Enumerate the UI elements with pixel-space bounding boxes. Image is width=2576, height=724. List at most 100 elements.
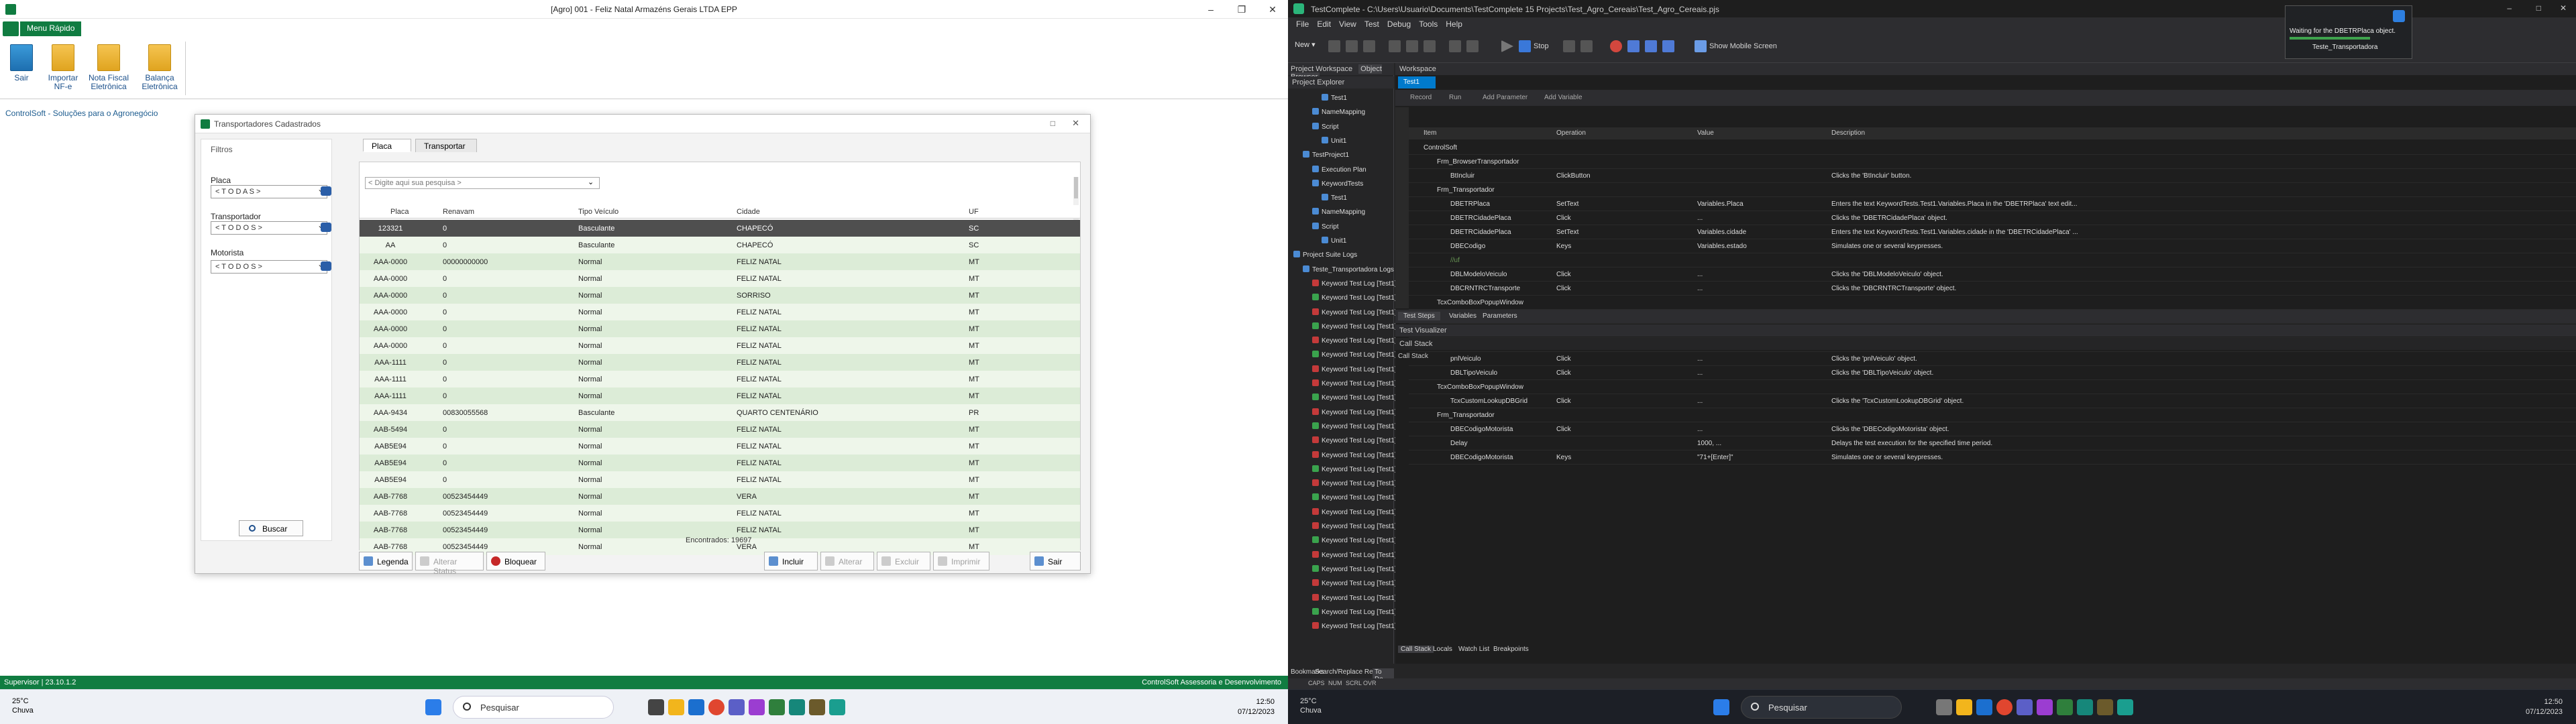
- tree-node[interactable]: Keyword Test Log [Test1]: [1312, 363, 1397, 377]
- store-icon[interactable]: [688, 699, 704, 715]
- tree-node[interactable]: Keyword Test Log [Test1]: [1312, 334, 1397, 348]
- tree-node[interactable]: Keyword Test Log [Test1]: [1312, 477, 1397, 491]
- tree-node[interactable]: Keyword Test Log [Test1]: [1312, 391, 1397, 405]
- binoculars-icon[interactable]: [321, 261, 331, 271]
- tree-node[interactable]: Keyword Test Log [Test1]: [1312, 619, 1397, 634]
- kw-row[interactable]: BtIncluir ClickButton Clicks the 'BtInclui…: [1409, 169, 2576, 183]
- weather-widget[interactable]: 25°C Chuva: [1300, 697, 1322, 715]
- app-icon[interactable]: [2117, 699, 2133, 715]
- add-parameter-button[interactable]: Add Parameter: [1483, 94, 1527, 101]
- app-icon[interactable]: [789, 699, 805, 715]
- menu-item[interactable]: Edit: [1309, 17, 1331, 29]
- table-row[interactable]: AAB5E94 0 Normal FELIZ NATAL MT: [360, 455, 1080, 471]
- menu-item[interactable]: Debug: [1379, 17, 1411, 29]
- table-row[interactable]: AAA-0000 00000000000 Normal FELIZ NATAL MT: [360, 253, 1080, 270]
- kw-row[interactable]: //uf: [1409, 253, 2576, 267]
- tab-watch-list[interactable]: Watch List: [1458, 646, 1489, 653]
- kw-col-description[interactable]: Description: [1831, 129, 1865, 137]
- app-icon[interactable]: [829, 699, 845, 715]
- maximize-button[interactable]: ❐: [1226, 0, 1257, 19]
- table-row[interactable]: AAA-9434 00830055568 Basculante QUARTO CENT…: [360, 404, 1080, 421]
- bloquear-button[interactable]: Bloquear: [486, 552, 545, 570]
- tree-node[interactable]: Keyword Test Log [Test1]: [1312, 377, 1397, 391]
- tree-node[interactable]: KeywordTests: [1312, 177, 1363, 191]
- tab-placa[interactable]: Placa: [363, 139, 411, 152]
- menu-item[interactable]: File: [1288, 17, 1309, 29]
- tab-breakpoints[interactable]: Breakpoints: [1493, 646, 1529, 653]
- tree-node[interactable]: Keyword Test Log [Test1]: [1312, 605, 1397, 619]
- close-button[interactable]: ✕: [1257, 0, 1288, 19]
- kw-row[interactable]: ControlSoft: [1409, 141, 2576, 155]
- tree-node[interactable]: Keyword Test Log [Test1]: [1312, 562, 1397, 577]
- menu-item[interactable]: Help: [1438, 17, 1462, 29]
- tree-node[interactable]: Keyword Test Log [Test1]: [1312, 348, 1397, 362]
- kw-col-value[interactable]: Value: [1697, 129, 1714, 137]
- kw-row[interactable]: Frm_BrowserTransportador: [1409, 155, 2576, 169]
- tree-node[interactable]: NameMapping: [1312, 105, 1365, 119]
- new-button[interactable]: New ▾: [1295, 40, 1316, 49]
- record-icon[interactable]: [1610, 40, 1622, 52]
- kw-row[interactable]: DBETRCidadePlaca Click... Clicks the 'DBET…: [1409, 211, 2576, 225]
- minimize-button[interactable]: –: [1195, 0, 1226, 19]
- filter-motorista-select[interactable]: < T O D O S >: [211, 259, 327, 274]
- kw-row[interactable]: Frm_Transportador: [1409, 408, 2576, 422]
- files-icon[interactable]: [668, 699, 684, 715]
- chevron-down-icon[interactable]: ⌄: [588, 178, 594, 186]
- menu-item[interactable]: Tools: [1411, 17, 1438, 29]
- teams-icon[interactable]: [2017, 699, 2033, 715]
- tree-node[interactable]: Script: [1312, 220, 1339, 234]
- tree-node[interactable]: Keyword Test Log [Test1]: [1312, 577, 1397, 591]
- tree-node[interactable]: TestProject1: [1303, 148, 1349, 162]
- minimize-button[interactable]: –: [2507, 3, 2512, 13]
- redo-icon[interactable]: [1466, 40, 1479, 52]
- files-icon[interactable]: [1956, 699, 1972, 715]
- tree-node[interactable]: Unit1: [1322, 134, 1346, 148]
- app-icon[interactable]: [2037, 699, 2053, 715]
- close-button[interactable]: ✕: [2560, 3, 2567, 13]
- imprimir-button[interactable]: Imprimir: [933, 552, 989, 570]
- table-row[interactable]: AAB-5494 0 Normal FELIZ NATAL MT: [360, 421, 1080, 438]
- taskbar-search[interactable]: Pesquisar: [453, 696, 614, 719]
- col-cidade[interactable]: Cidade: [737, 208, 760, 216]
- menu-item[interactable]: Test: [1356, 17, 1379, 29]
- table-row[interactable]: AAA-0000 0 Normal FELIZ NATAL MT: [360, 270, 1080, 287]
- app-menu-button[interactable]: [3, 21, 19, 36]
- legenda-button[interactable]: Legenda: [359, 552, 413, 570]
- table-row[interactable]: AAA-1111 0 Normal FELIZ NATAL MT: [360, 387, 1080, 404]
- step-icon[interactable]: [1563, 40, 1575, 52]
- tree-node[interactable]: Script: [1312, 120, 1339, 134]
- stop-label[interactable]: Stop: [1534, 42, 1549, 50]
- tree-node[interactable]: Keyword Test Log [Test1]: [1312, 520, 1397, 534]
- binoculars-icon[interactable]: [321, 186, 331, 196]
- kw-row[interactable]: DBECodigoMotorista Keys "71+[Enter]" Simula…: [1409, 450, 2576, 465]
- grid-search-input[interactable]: < Digite aqui sua pesquisa >: [365, 177, 600, 189]
- tab-transportar[interactable]: Transportar: [415, 139, 477, 152]
- debug-icon[interactable]: [1662, 40, 1674, 52]
- table-row[interactable]: AAA-0000 0 Normal FELIZ NATAL MT: [360, 304, 1080, 320]
- tree-node[interactable]: Keyword Test Log [Test1]: [1312, 548, 1397, 562]
- table-row[interactable]: AAA-0000 0 Normal FELIZ NATAL MT: [360, 337, 1080, 354]
- table-row[interactable]: 123321 0 Basculante CHAPECÓ SC: [360, 220, 1080, 237]
- kw-row[interactable]: DBECodigo Keys Variables.estado Simulates o…: [1409, 239, 2576, 253]
- table-row[interactable]: AAB5E94 0 Normal FELIZ NATAL MT: [360, 471, 1080, 488]
- tree-node[interactable]: Keyword Test Log [Test1]: [1312, 320, 1397, 334]
- table-row[interactable]: AAB-7768 00523454449 Normal VERA MT: [360, 488, 1080, 505]
- ribbon-balanca-button[interactable]: Balança Eletrônica: [138, 44, 181, 91]
- windows-start-icon[interactable]: [425, 699, 441, 715]
- app-icon[interactable]: [749, 699, 765, 715]
- table-row[interactable]: AAA-0000 0 Normal FELIZ NATAL MT: [360, 320, 1080, 337]
- show-mobile-screen-button[interactable]: Show Mobile Screen: [1709, 42, 1777, 50]
- table-row[interactable]: AAB5E94 0 Normal FELIZ NATAL MT: [360, 438, 1080, 455]
- mobile-icon[interactable]: [1695, 40, 1707, 52]
- record-button[interactable]: Record: [1410, 94, 1432, 101]
- filter-transportador-select[interactable]: < T O D O S >: [211, 221, 327, 235]
- ribbon-sair-button[interactable]: Sair: [0, 44, 43, 82]
- kw-row[interactable]: TcxComboBoxPopupWindow: [1409, 380, 2576, 394]
- windows-start-icon[interactable]: [1713, 699, 1729, 715]
- tree-node[interactable]: Execution Plan: [1312, 163, 1366, 177]
- kw-row[interactable]: TcxComboBoxPopupWindow: [1409, 296, 2576, 310]
- tree-node[interactable]: Project Suite Logs: [1293, 248, 1357, 262]
- tree-node[interactable]: NameMapping: [1312, 205, 1365, 219]
- col-placa[interactable]: Placa: [390, 208, 409, 216]
- table-row[interactable]: AAA-0000 0 Normal SORRISO MT: [360, 287, 1080, 304]
